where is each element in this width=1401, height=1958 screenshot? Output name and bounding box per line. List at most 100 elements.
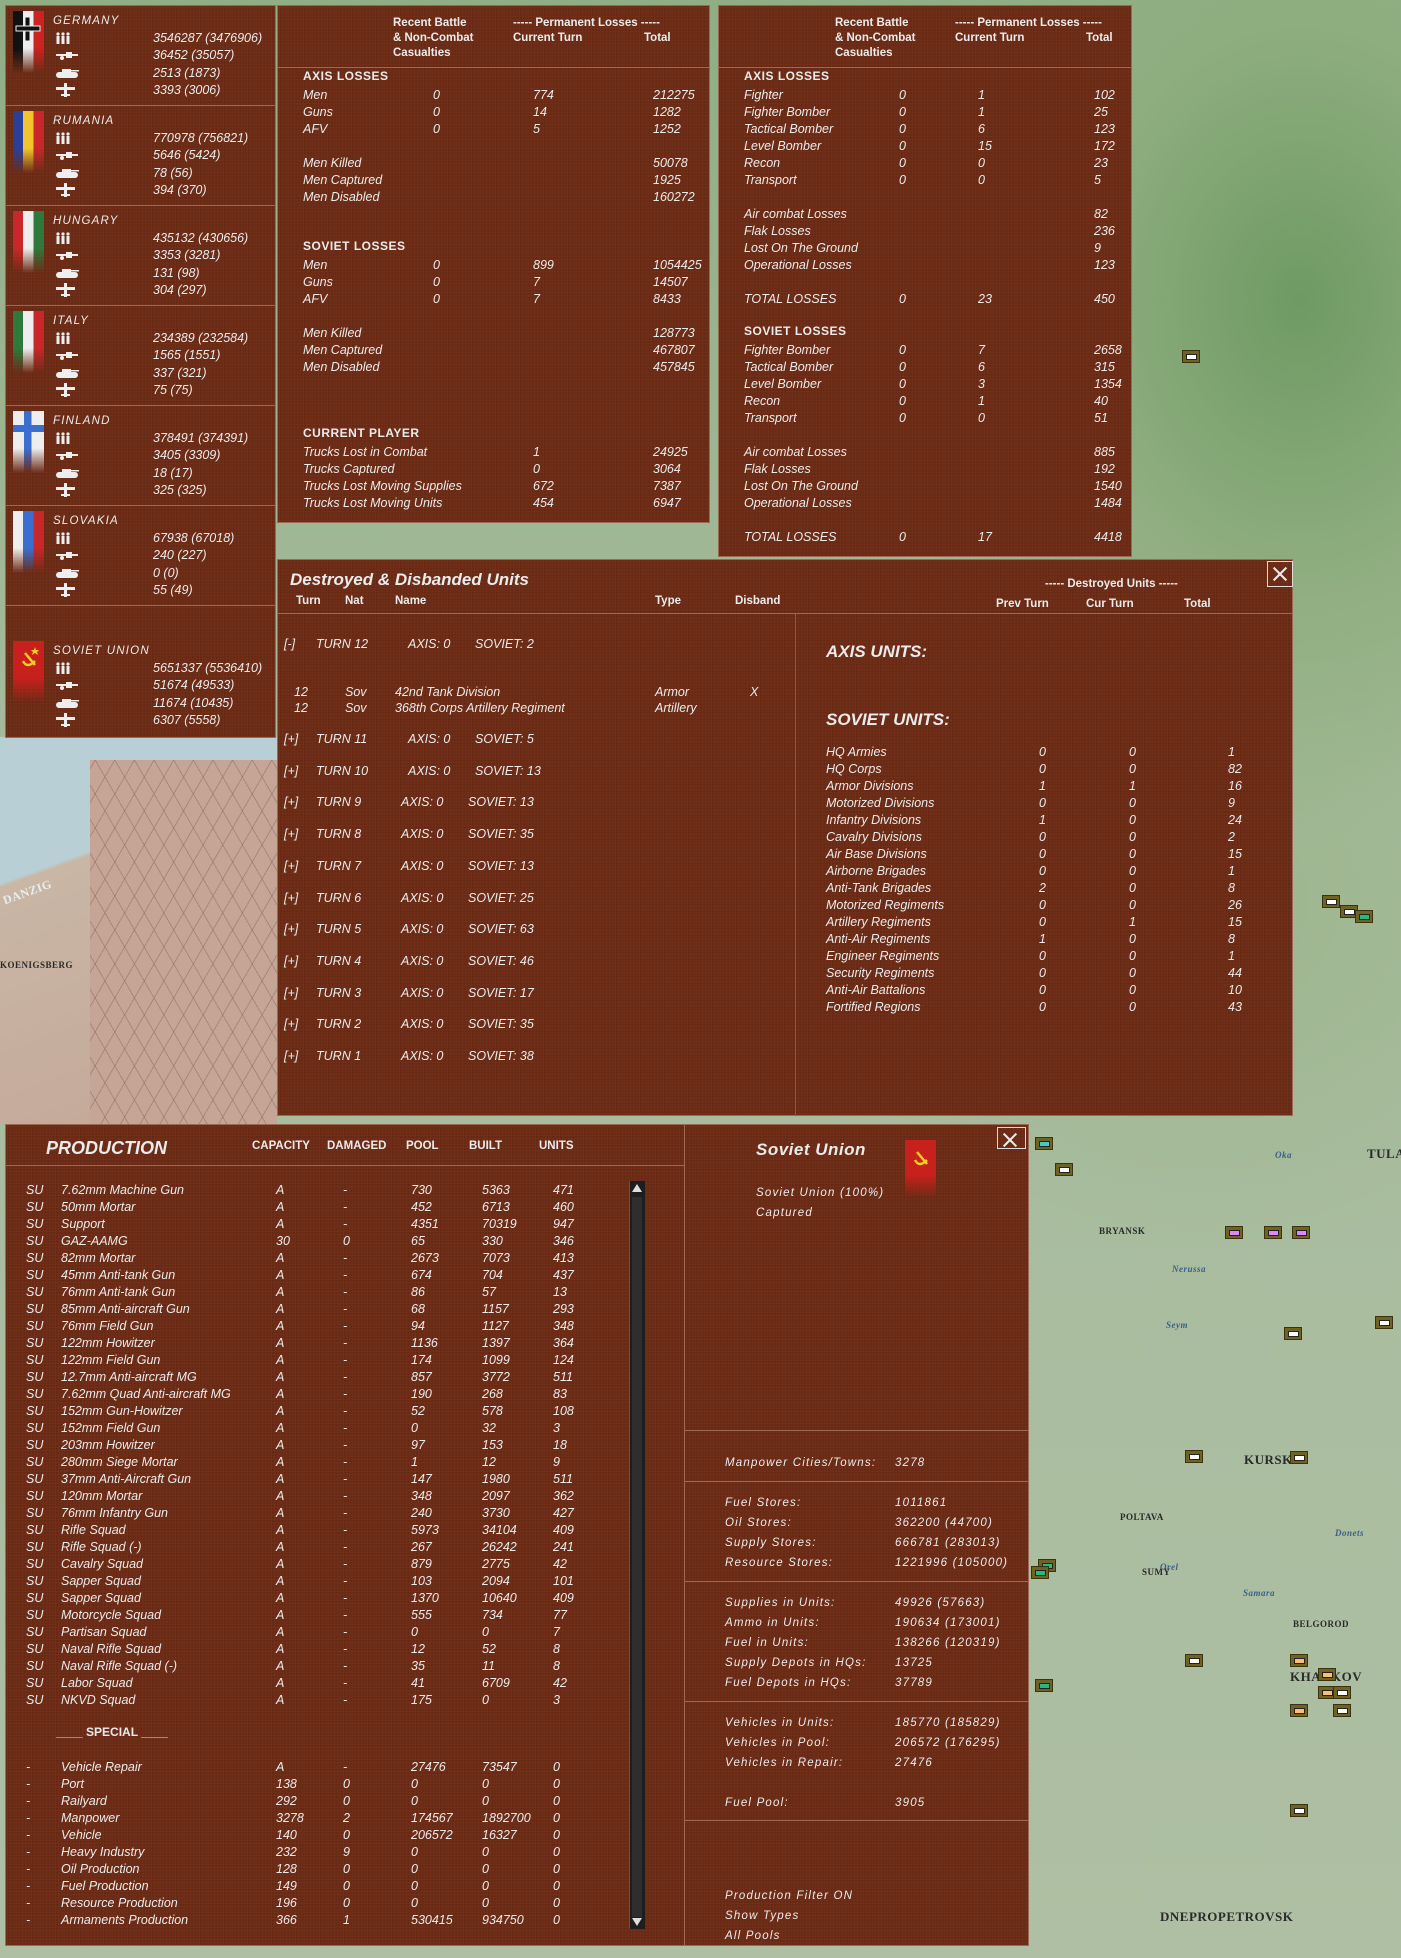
expand-toggle[interactable]: [+] xyxy=(284,1048,298,1064)
unit-counter[interactable] xyxy=(1333,1686,1351,1699)
unit-counter[interactable] xyxy=(1322,895,1340,908)
expand-toggle[interactable]: [+] xyxy=(284,1016,298,1032)
unit-counter[interactable] xyxy=(1355,910,1373,923)
nation-block-slovakia[interactable] xyxy=(6,506,275,606)
italy-flag-icon xyxy=(13,311,44,373)
option-link[interactable]: Show Types xyxy=(725,1908,799,1924)
unit-counter[interactable] xyxy=(1185,1654,1203,1667)
cell-pool: 0 xyxy=(411,1777,418,1791)
nation-name: GERMANY xyxy=(53,15,120,27)
cell-item-name: 76mm Infantry Gun xyxy=(61,1506,168,1520)
production-row[interactable] xyxy=(21,1827,621,1843)
option-link[interactable]: All Pools xyxy=(725,1928,781,1944)
total-value: 14507 xyxy=(653,275,688,289)
unit-cell-name[interactable]: 368th Corps Artillery Regiment xyxy=(395,700,565,716)
expand-toggle[interactable]: [+] xyxy=(284,985,298,1001)
unit-counter[interactable] xyxy=(1185,1450,1203,1463)
expand-toggle[interactable]: [-] xyxy=(284,636,295,652)
cell-pool: 174 xyxy=(411,1353,432,1367)
expand-toggle[interactable]: [+] xyxy=(284,858,298,874)
cell-capacity: A xyxy=(276,1523,285,1537)
nation-block-hungary[interactable] xyxy=(6,206,275,306)
cell-damaged: - xyxy=(343,1404,348,1418)
cell-item-name: Naval Rifle Squad xyxy=(61,1642,162,1656)
scrollbar-thumb[interactable] xyxy=(632,1197,642,1917)
cell-item-name: 37mm Anti-Aircraft Gun xyxy=(61,1472,192,1486)
unit-counter[interactable] xyxy=(1290,1704,1308,1717)
unit-counter[interactable] xyxy=(1035,1679,1053,1692)
unit-counter[interactable] xyxy=(1333,1704,1351,1717)
unit-type-label: Anti-Air Battalions xyxy=(826,983,926,997)
cell-damaged: 0 xyxy=(343,1896,350,1910)
unit-counter[interactable] xyxy=(1035,1137,1053,1150)
expand-toggle[interactable]: [+] xyxy=(284,731,298,747)
unit-counter[interactable] xyxy=(1375,1316,1393,1329)
nation-block-italy[interactable] xyxy=(6,306,275,406)
scrollbar[interactable] xyxy=(629,1181,645,1929)
cell-damaged: - xyxy=(343,1302,348,1316)
expand-toggle[interactable]: [+] xyxy=(284,921,298,937)
nation-ownership: Soviet Union (100%) xyxy=(756,1187,885,1199)
nation-block-germany[interactable] xyxy=(6,6,275,106)
cell-built: 2094 xyxy=(482,1574,510,1588)
unit-counter[interactable] xyxy=(1290,1654,1308,1667)
unit-counter[interactable] xyxy=(1290,1804,1308,1817)
unit-counter[interactable] xyxy=(1055,1163,1073,1176)
option-link[interactable]: Production Filter ON xyxy=(725,1888,853,1904)
cell-built: 0 xyxy=(482,1693,489,1707)
expand-toggle[interactable]: [+] xyxy=(284,953,298,969)
cell-built: 578 xyxy=(482,1404,503,1418)
cell-damaged: 2 xyxy=(343,1811,350,1825)
soviet-count: SOVIET: 63 xyxy=(468,922,534,937)
cell-pool: 5973 xyxy=(411,1523,439,1537)
column-header-name: Name xyxy=(395,595,427,607)
cell-built: 52 xyxy=(482,1642,496,1656)
expand-toggle[interactable]: [+] xyxy=(284,826,298,842)
turn-label: TURN 3 xyxy=(316,985,362,1000)
nation-block-finland[interactable] xyxy=(6,406,275,506)
unit-counter[interactable] xyxy=(1292,1226,1310,1239)
expand-toggle[interactable]: [+] xyxy=(284,890,298,906)
cur-turn-value: 0 xyxy=(1129,983,1136,997)
prev-turn-value: 0 xyxy=(1039,796,1046,810)
nation-block-rumania[interactable] xyxy=(6,106,275,206)
production-row[interactable] xyxy=(21,1216,621,1232)
current-turn-header: Current Turn xyxy=(513,32,583,44)
cell-damaged: - xyxy=(343,1760,348,1774)
tank-icon xyxy=(54,66,79,78)
loss-row-label: Men xyxy=(303,88,328,102)
cell-nation: SU xyxy=(26,1421,44,1435)
unit-counter[interactable] xyxy=(1182,350,1200,363)
unit-cell-name[interactable]: 42nd Tank Division xyxy=(395,684,500,700)
close-button[interactable] xyxy=(997,1127,1026,1149)
scroll-up-arrow-icon[interactable] xyxy=(632,1184,642,1192)
cell-units: 0 xyxy=(553,1794,560,1808)
cell-item-name: Oil Production xyxy=(61,1862,140,1876)
unit-type-label: Engineer Regiments xyxy=(826,949,940,963)
cell-nation: - xyxy=(26,1828,31,1842)
unit-counter[interactable] xyxy=(1225,1226,1243,1239)
nation-stat-value: 2513 (1873) xyxy=(153,65,221,80)
divider xyxy=(685,1701,1028,1702)
unit-counter[interactable] xyxy=(1290,1451,1308,1464)
cell-built: 734 xyxy=(482,1608,503,1622)
unit-type-label: Artillery Regiments xyxy=(826,915,931,929)
production-row[interactable] xyxy=(21,1793,621,1809)
cell-damaged: - xyxy=(343,1642,348,1656)
production-row[interactable] xyxy=(21,1776,621,1792)
current-turn-value: 7 xyxy=(533,292,540,306)
unit-counter[interactable] xyxy=(1264,1226,1282,1239)
expand-toggle[interactable]: [+] xyxy=(284,763,298,779)
unit-counter[interactable] xyxy=(1031,1566,1049,1579)
column-header-type: Type xyxy=(655,595,681,607)
unit-counter[interactable] xyxy=(1318,1668,1336,1681)
cell-item-name: Armaments Production xyxy=(61,1913,189,1927)
expand-toggle[interactable]: [+] xyxy=(284,794,298,810)
scroll-down-arrow-icon[interactable] xyxy=(632,1918,642,1926)
cell-units: 511 xyxy=(553,1472,573,1486)
cell-pool: 1 xyxy=(411,1455,418,1469)
hex-grid-map-area[interactable] xyxy=(90,760,277,1124)
unit-counter[interactable] xyxy=(1284,1327,1302,1340)
close-button[interactable] xyxy=(1267,561,1293,587)
cell-item-name: 50mm Mortar xyxy=(61,1200,136,1214)
